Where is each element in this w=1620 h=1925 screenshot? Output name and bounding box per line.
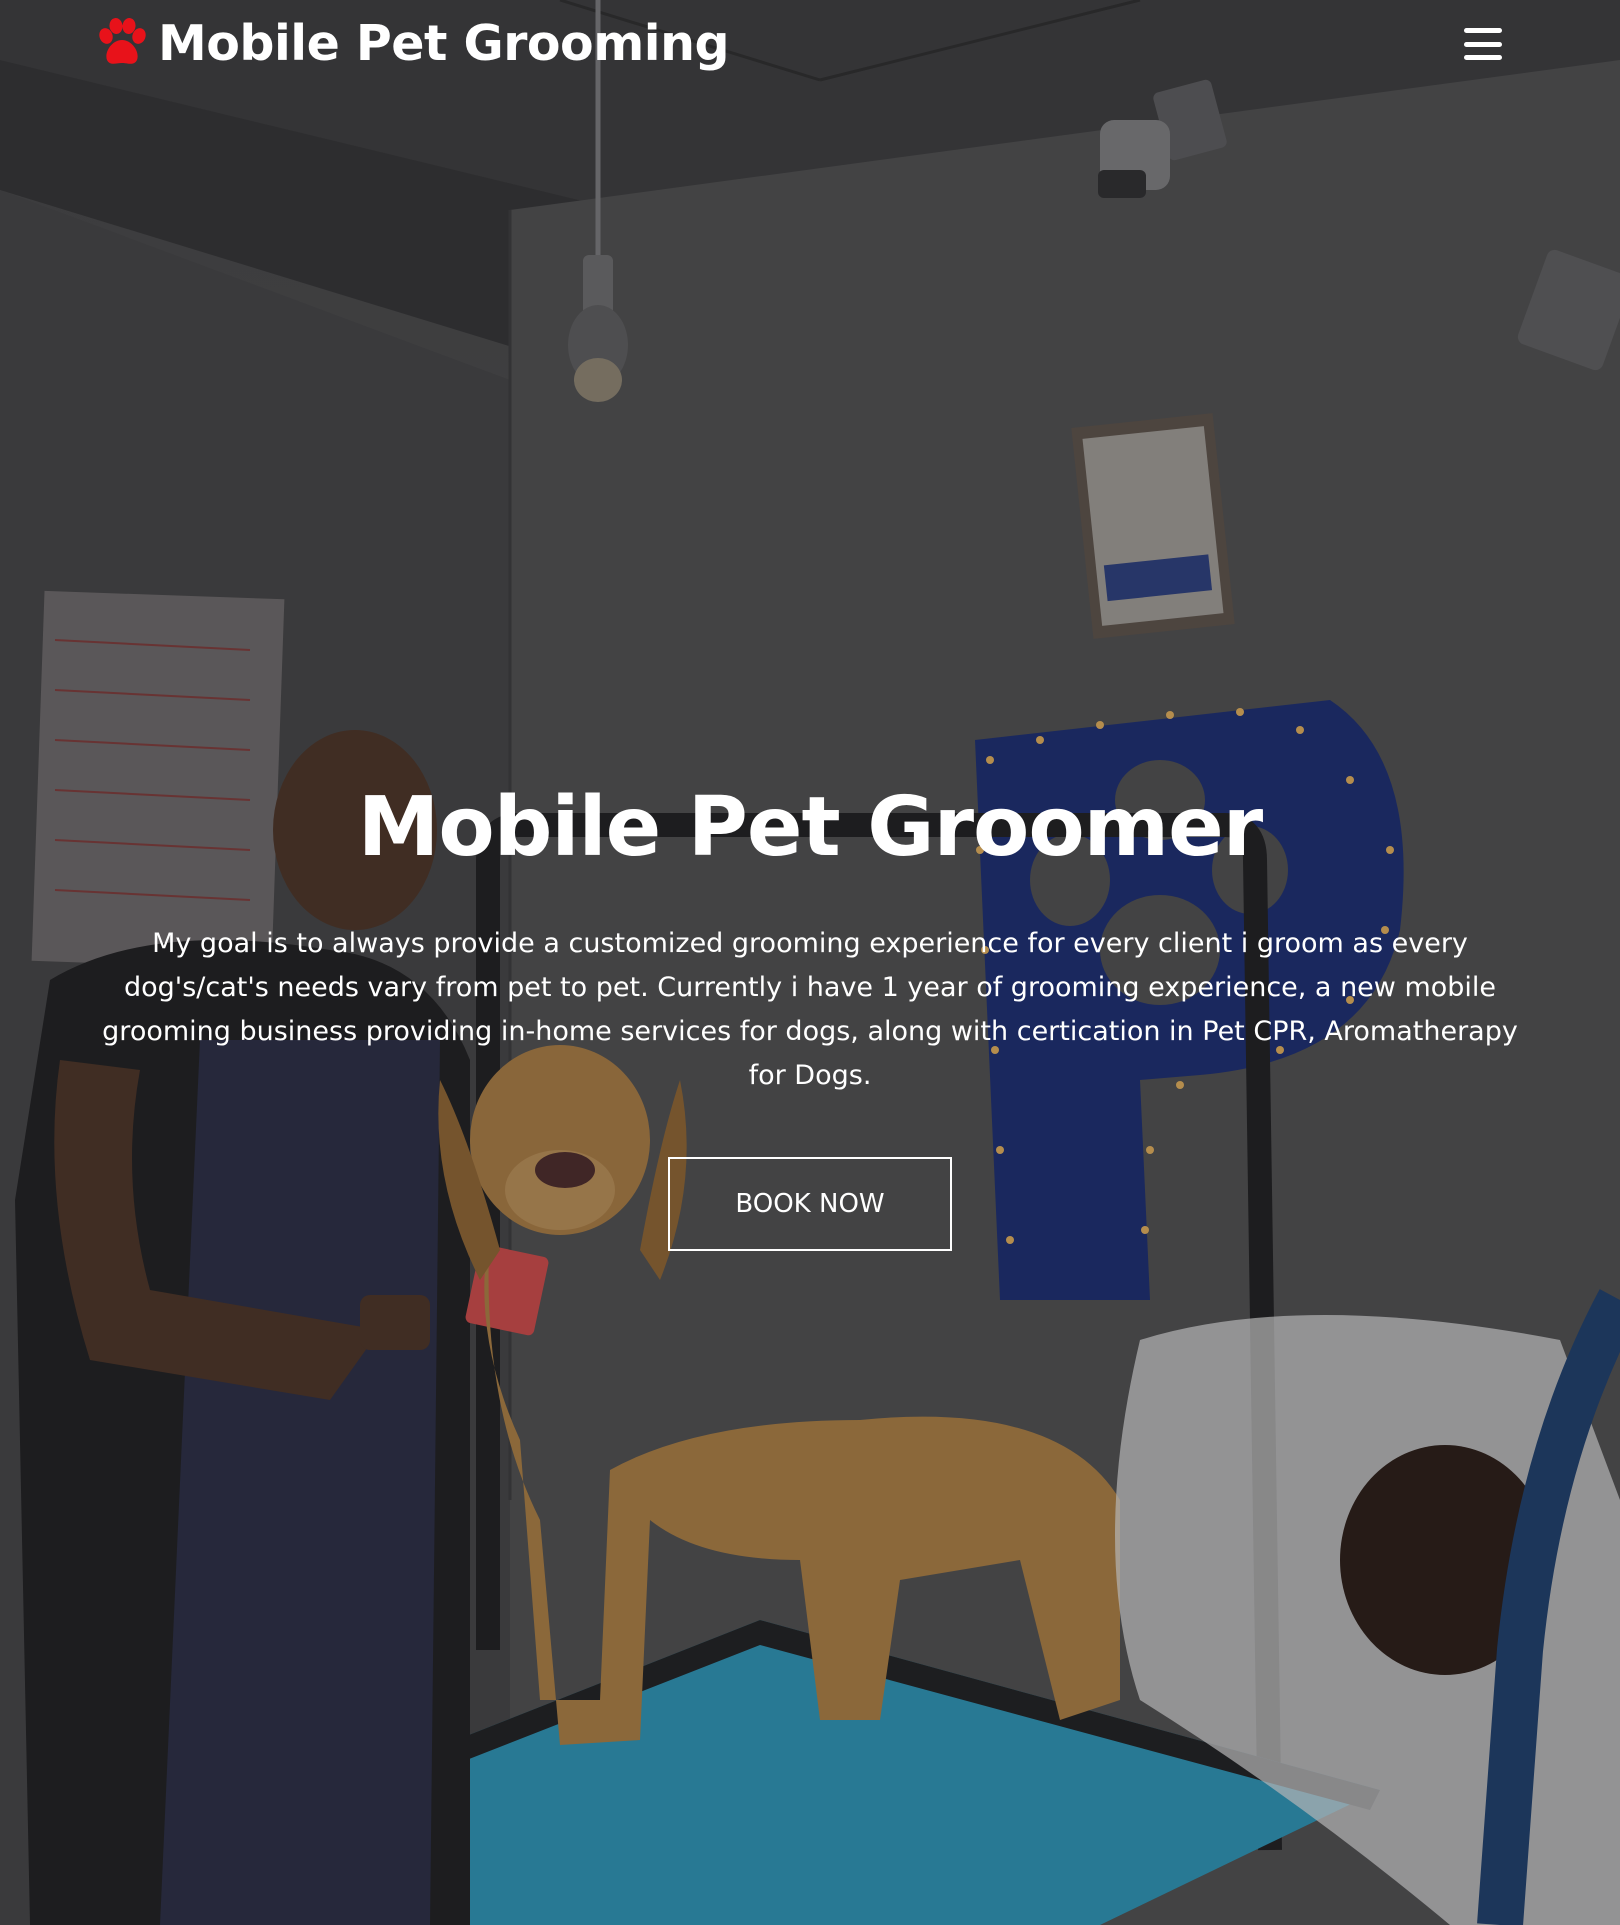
menu-bar [1464, 28, 1502, 33]
paw-icon [99, 18, 146, 64]
menu-bar [1464, 41, 1502, 47]
book-now-button[interactable]: BOOK NOW [668, 1157, 952, 1251]
hero-title: Mobile Pet Groomer [357, 780, 1263, 875]
brand-name: Mobile Pet Grooming [158, 14, 730, 72]
hero-description: My goal is to always provide a customize… [102, 928, 1518, 1091]
hamburger-menu-icon[interactable] [1460, 24, 1506, 64]
brand-link[interactable]: Mobile Pet Grooming [96, 12, 730, 74]
menu-bar [1464, 55, 1502, 60]
navbar: Mobile Pet Grooming [0, 0, 1620, 90]
